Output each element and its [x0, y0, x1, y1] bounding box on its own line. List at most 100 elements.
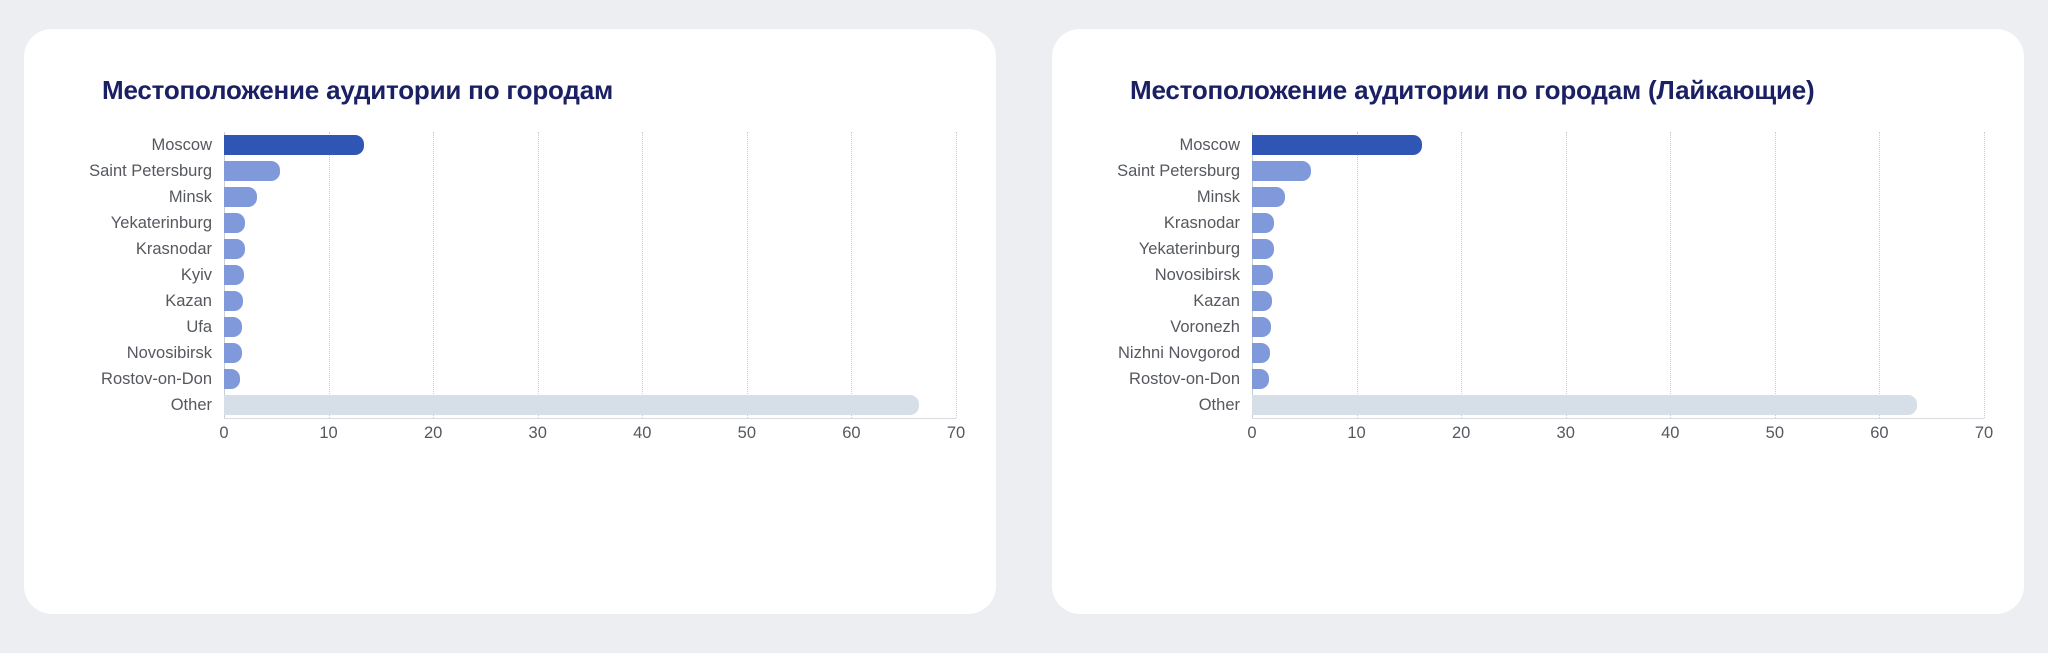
chart-card-audience-cities: Местоположение аудитории по городам Mosc…	[24, 29, 996, 614]
category-label: Yekaterinburg	[1138, 239, 1240, 258]
chart-bar-row[interactable]: Other	[64, 392, 956, 418]
bar-track	[1252, 262, 1984, 288]
x-axis-tick-label: 10	[319, 424, 338, 442]
bar-track	[224, 132, 956, 158]
chart-card-audience-cities-likers: Местоположение аудитории по городам (Лай…	[1052, 29, 2024, 614]
category-label: Novosibirsk	[126, 343, 212, 362]
bar-track	[1252, 236, 1984, 262]
bar[interactable]	[1252, 239, 1274, 259]
bar-track	[224, 392, 956, 418]
page-title-likers: Местоположение аудитории по городам (Лай…	[1130, 75, 1815, 105]
bar-track	[224, 262, 956, 288]
category-label: Krasnodar	[1163, 213, 1240, 232]
bar-chart-audience-cities: Moscow Saint Petersburg Minsk Yekaterinburg…	[64, 132, 965, 452]
chart-bar-row[interactable]: Krasnodar	[64, 236, 956, 262]
bar-track	[224, 366, 956, 392]
bar-track	[224, 236, 956, 262]
bar-track	[1252, 184, 1984, 210]
category-label: Minsk	[168, 187, 212, 206]
chart-bar-row[interactable]: Minsk	[1092, 184, 1984, 210]
chart-bar-row[interactable]: Rostov-on-Don	[1092, 366, 1984, 392]
chart-bar-row[interactable]: Nizhni Novgorod	[1092, 340, 1984, 366]
bar-track	[224, 288, 956, 314]
x-axis-tick-label: 0	[1247, 424, 1257, 442]
bar[interactable]	[224, 239, 245, 259]
x-axis-tick-label: 20	[423, 424, 443, 442]
chart-bar-row[interactable]: Kazan	[64, 288, 956, 314]
chart-bar-row[interactable]: Voronezh	[1092, 314, 1984, 340]
chart-bar-row[interactable]: Kazan	[1092, 288, 1984, 314]
bar[interactable]	[224, 187, 258, 207]
chart-bar-row[interactable]: Rostov-on-Don	[64, 366, 956, 392]
x-axis-tick-label: 70	[946, 424, 966, 442]
bar-track	[224, 340, 956, 366]
category-label: Kazan	[165, 291, 212, 310]
chart-bar-row[interactable]: Kyiv	[64, 262, 956, 288]
bar-track	[224, 314, 956, 340]
chart-bar-row[interactable]: Moscow	[1092, 132, 1984, 158]
dashboard-page: Местоположение аудитории по городам Mosc…	[0, 0, 2048, 653]
x-axis-tick-label: 60	[1870, 424, 1889, 442]
category-label: Krasnodar	[135, 239, 212, 258]
bar-track	[224, 210, 956, 236]
bar-track	[1252, 210, 1984, 236]
category-label: Other	[170, 395, 212, 414]
bar[interactable]	[224, 265, 244, 285]
bar[interactable]	[224, 369, 240, 389]
chart-bar-row[interactable]: Ufa	[64, 314, 956, 340]
chart-bar-row[interactable]: Novosibirsk	[64, 340, 956, 366]
chart-bar-row[interactable]: Minsk	[64, 184, 956, 210]
bar[interactable]	[224, 161, 281, 181]
bar[interactable]	[1252, 213, 1274, 233]
chart-bar-row[interactable]: Krasnodar	[1092, 210, 1984, 236]
bar-track	[1252, 314, 1984, 340]
category-label: Saint Petersburg	[89, 161, 212, 180]
category-label: Kazan	[1193, 291, 1240, 310]
x-axis-tick-label: 60	[842, 424, 861, 442]
gridline	[956, 132, 957, 418]
bar[interactable]	[1252, 265, 1273, 285]
bar-track	[224, 158, 956, 184]
bar[interactable]	[224, 135, 365, 155]
x-axis-tick-label: 70	[1974, 424, 1994, 442]
bar-track	[1252, 366, 1984, 392]
category-label: Voronezh	[1170, 317, 1240, 336]
bar[interactable]	[1252, 187, 1286, 207]
x-axis-tick-label: 40	[1661, 424, 1680, 442]
bar[interactable]	[224, 395, 920, 415]
x-axis-tick-label: 10	[1347, 424, 1366, 442]
x-axis-tick-label: 40	[633, 424, 652, 442]
bar[interactable]	[1252, 395, 1918, 415]
chart-bar-row[interactable]: Yekaterinburg	[64, 210, 956, 236]
chart-bar-row[interactable]: Yekaterinburg	[1092, 236, 1984, 262]
category-label: Rostov-on-Don	[101, 369, 212, 388]
category-label: Rostov-on-Don	[1129, 369, 1240, 388]
x-axis-tick-labels: 0 10 20 30 40 50 60 70	[219, 418, 965, 448]
bar[interactable]	[1252, 291, 1272, 311]
category-label: Moscow	[1179, 135, 1240, 154]
bar[interactable]	[1252, 369, 1269, 389]
x-axis-tick-label: 50	[737, 424, 757, 442]
bar-track	[224, 184, 956, 210]
page-title: Местоположение аудитории по городам	[102, 75, 613, 105]
chart-bar-row[interactable]: Other	[1092, 392, 1984, 418]
category-label: Yekaterinburg	[110, 213, 212, 232]
bar-track	[1252, 288, 1984, 314]
bar[interactable]	[224, 343, 242, 363]
chart-bar-row[interactable]: Moscow	[64, 132, 956, 158]
x-axis-tick-label: 30	[1556, 424, 1575, 442]
category-label: Minsk	[1196, 187, 1240, 206]
bar[interactable]	[1252, 161, 1311, 181]
bar[interactable]	[1252, 317, 1271, 337]
bar[interactable]	[1252, 343, 1270, 363]
bar[interactable]	[1252, 135, 1423, 155]
chart-bar-row[interactable]: Saint Petersburg	[64, 158, 956, 184]
category-label: Ufa	[186, 317, 212, 336]
bar[interactable]	[224, 291, 243, 311]
chart-bar-row[interactable]: Saint Petersburg	[1092, 158, 1984, 184]
bar[interactable]	[224, 213, 245, 233]
bar[interactable]	[224, 317, 242, 337]
bar-track	[1252, 132, 1984, 158]
chart-bar-row[interactable]: Novosibirsk	[1092, 262, 1984, 288]
gridline	[1984, 132, 1985, 418]
